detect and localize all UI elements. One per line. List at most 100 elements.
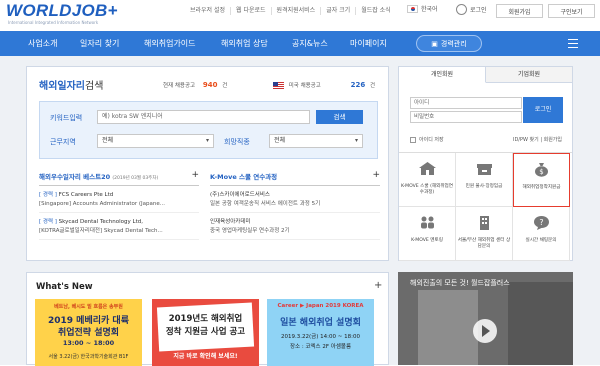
service-label: 실시간 채팅문의 (525, 237, 557, 243)
language-selector[interactable]: 한국어 (407, 4, 438, 13)
find-account-link[interactable]: ID/PW 찾기 | 회원가입 (513, 136, 562, 143)
us-postings-stat[interactable]: 미국 채용공고 226 건 (273, 81, 375, 89)
thumb-foot: 서울 3.22(금) 한국과학기술회관 B1F (48, 354, 129, 360)
utility-link-download[interactable]: 웹 다운로드 (231, 7, 272, 15)
kmove-section: K-Move 스쿨 연수과정 + (주)스카이에어로드서비스 일본 공항 여객운… (210, 170, 380, 240)
best-jobs-section: 해외우수일자리 베스트20 (2019년 03월 03주차) + [ 경력 ] … (39, 170, 199, 240)
best-jobs-header: 해외우수일자리 베스트20 (2019년 03월 03주차) + (39, 170, 199, 186)
whats-new-title: What's New (36, 282, 93, 292)
login-button[interactable]: 로그인 (523, 97, 563, 123)
kmove-more-icon[interactable]: + (372, 170, 380, 180)
thumb-main1: 일본 해외취업 설명회 (280, 318, 361, 328)
service-label: 민원 불사·장정임금 (465, 183, 503, 189)
entry-detail: [Singapore] Accounts Administrator (Japa… (39, 201, 165, 207)
password-input[interactable]: 비밀번호 (410, 111, 522, 123)
entry-company: (주)스카이에어로드서비스 (210, 192, 270, 198)
entry-company: Skycad Dental Technology Ltd, (58, 219, 143, 225)
keyword-label: 키워드입력 (50, 114, 83, 122)
career-label: 경력관리 (440, 39, 467, 48)
best-jobs-more-icon[interactable]: + (191, 170, 199, 180)
video-scene (418, 290, 478, 365)
current-postings-stat[interactable]: 현재 채용공고 940 건 (163, 81, 227, 89)
tab-business[interactable]: 기업회원 (486, 67, 572, 83)
service-label: K-MOVE 멘토링 (411, 237, 443, 243)
service-complaint[interactable]: 민원 불사·장정임금 (456, 153, 513, 207)
entry-detail: 중국 영업마케팅실무 연수과정 2기 (210, 228, 290, 234)
top-bar: WORLDJOB+ International Integrated Infor… (0, 0, 600, 30)
thumb-top: Career ▶ Japan 2019 KOREA (277, 303, 364, 309)
signup-button[interactable]: 회원가입 (496, 4, 543, 18)
service-settlement-grant[interactable]: $ 해외취업정착지원금 (513, 153, 570, 207)
utility-link-news[interactable]: 월드잡 소식 (356, 7, 396, 15)
thumb-main2: 취업전략 설명회 (57, 328, 120, 338)
utility-links: 브라우저 설정 웹 다운로드 원격지원서비스 글자 크기 월드잡 소식 (185, 0, 396, 22)
nav-item-consult[interactable]: 해외취업 상담 (221, 31, 268, 56)
job-offer-button[interactable]: 구인보기 (548, 4, 595, 18)
kmove-header: K-Move 스쿨 연수과정 + (210, 170, 380, 186)
utility-link-remote[interactable]: 원격지원서비스 (272, 7, 322, 15)
thumb-sub: 지금 바로 확인해 보세요! (173, 353, 238, 360)
entry-detail: [KOTRA글로벌일자리대전] Skycad Dental Tech... (39, 228, 163, 234)
nav-item-mypage[interactable]: 마이페이지 (350, 31, 387, 56)
box-icon (476, 164, 492, 175)
svg-text:$: $ (539, 168, 543, 176)
job-type-label: 희망직종 (224, 138, 250, 146)
nav-item-about[interactable]: 사업소개 (28, 31, 57, 56)
service-center-consult[interactable]: 서울/부산 해외취업 센터 상담문의 (456, 207, 513, 261)
stat2-value: 226 (350, 81, 366, 89)
list-item[interactable]: 인재육성아카데미 중국 영업마케팅실무 연수과정 2기 (210, 218, 380, 240)
checkbox-icon (410, 136, 416, 143)
region-label: 근무지역 (50, 138, 76, 146)
login-link[interactable]: 로그인 (456, 4, 487, 15)
nav-item-notice[interactable]: 공지&뉴스 (292, 31, 328, 56)
main-nav: 사업소개 일자리 찾기 해외취업가이드 해외취업 상담 공지&뉴스 마이페이지 … (0, 31, 600, 56)
promo-video[interactable]: 해외진출의 모든 것! 월드잡플러스 (398, 272, 573, 365)
worldjob-logo[interactable]: WORLDJOB+ International Integrated Infor… (6, 1, 136, 29)
member-tabs: 개인회원 기업회원 (399, 67, 572, 83)
tab-personal[interactable]: 개인회원 (399, 67, 486, 83)
region-select[interactable]: 전체 (97, 134, 214, 148)
video-scene-right (508, 282, 573, 365)
job-type-select[interactable]: 전체 (269, 134, 363, 148)
utility-link-fontsize[interactable]: 글자 크기 (321, 7, 357, 15)
service-label: 해외취업정착지원금 (522, 184, 561, 190)
svg-text:?: ? (539, 218, 543, 227)
keyword-input[interactable]: 예) kotra SW 엔지니어 (97, 110, 310, 124)
whats-new-more-icon[interactable]: + (374, 280, 382, 291)
career-icon: ▣ (431, 39, 438, 48)
career-button[interactable]: ▣ 경력관리 (416, 35, 482, 52)
service-label: 서울/부산 해외취업 센터 상담문의 (457, 237, 511, 250)
mentoring-icon (420, 216, 434, 229)
save-id-checkbox[interactable]: 아이디 저장 (410, 136, 444, 143)
service-live-chat[interactable]: ? 실시간 채팅문의 (513, 207, 570, 261)
thumb-main2: 정착 지원금 사업 공고 (165, 327, 246, 337)
service-kmove-school[interactable]: K-MOVE 스쿨 (해외취업연수과정) (399, 153, 456, 207)
news-thumb-japan[interactable]: Career ▶ Japan 2019 KOREA 일본 해외취업 설명회 20… (267, 299, 374, 366)
stat1-value: 940 (202, 81, 218, 89)
entry-tag: [ 경력 ] (39, 192, 57, 198)
money-bag-icon: $ (535, 163, 548, 177)
nav-item-guide[interactable]: 해외취업가이드 (144, 31, 196, 56)
us-flag-icon (273, 82, 284, 89)
list-item[interactable]: (주)스카이에어로드서비스 일본 공항 여객운송직 서비스 에이전트 과정 5기 (210, 191, 380, 213)
news-thumb-settlement[interactable]: 2019년도 해외취업 정착 지원금 사업 공고 지금 바로 확인해 보세요! (152, 299, 259, 366)
logo-text: WORLDJOB+ (6, 1, 118, 20)
login-label: 로그인 (470, 7, 487, 14)
list-item[interactable]: [ 경력 ] FCS Careers Pte Ltd [Singapore] A… (39, 191, 199, 213)
list-item[interactable]: [ 경력 ] Skycad Dental Technology Ltd, [KO… (39, 218, 199, 240)
video-title: 해외진출의 모든 것! 월드잡플러스 (410, 279, 510, 287)
entry-tag: [ 경력 ] (39, 219, 57, 225)
play-icon[interactable] (473, 319, 497, 343)
best-jobs-date: (2019년 03월 03주차) (112, 176, 159, 181)
search-button[interactable]: 검색 (316, 110, 363, 124)
whats-new-section: What's New + 베트남, 베시도 밑 흐름은 송부원 2019 메베리… (26, 272, 389, 366)
service-mentoring[interactable]: K-MOVE 멘토링 (399, 207, 456, 261)
nav-item-find-jobs[interactable]: 일자리 찾기 (80, 31, 119, 56)
id-input[interactable]: 아이디 (410, 97, 522, 109)
hamburger-menu-icon[interactable] (568, 39, 578, 48)
stat1-label: 현재 채용공고 (163, 83, 196, 89)
news-thumb-americas[interactable]: 베트남, 베시도 밑 흐름은 송부원 2019 메베리카 대륙 취업전략 설명회… (35, 299, 142, 366)
thumb-main1: 2019년도 해외취업 (168, 314, 243, 324)
language-label: 한국어 (421, 6, 438, 13)
utility-link-browser[interactable]: 브라우저 설정 (185, 7, 232, 15)
